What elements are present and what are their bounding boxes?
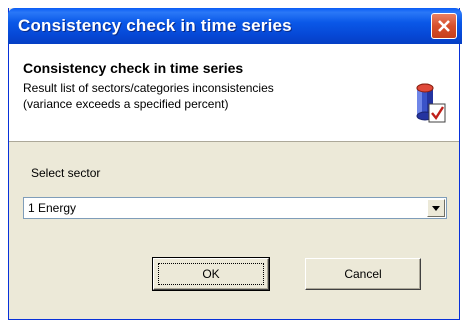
dropdown-button[interactable] (427, 199, 445, 217)
selected-sector-value: 1 Energy (28, 201, 77, 215)
dialog-window: Consistency check in time series Consist… (8, 8, 462, 320)
close-button[interactable] (431, 13, 457, 39)
description-line-2: (variance exceeds a specified percent) (23, 97, 229, 111)
header-panel: Consistency check in time series Result … (9, 44, 459, 142)
title-bar[interactable]: Consistency check in time series (8, 8, 462, 44)
header-title: Consistency check in time series (23, 60, 244, 76)
cancel-label: Cancel (344, 267, 382, 281)
database-check-icon (416, 83, 446, 123)
chevron-down-icon (432, 205, 440, 211)
header-description: Result list of sectors/categories incons… (23, 80, 363, 112)
select-sector-label: Select sector (31, 166, 101, 180)
cancel-button[interactable]: Cancel (305, 258, 421, 290)
close-icon (438, 20, 450, 32)
focus-rect (158, 263, 264, 285)
description-line-1: Result list of sectors/categories incons… (23, 81, 274, 95)
ok-button[interactable]: OK (152, 257, 270, 291)
sector-select[interactable]: 1 Energy (23, 197, 447, 219)
window-title: Consistency check in time series (18, 16, 292, 35)
